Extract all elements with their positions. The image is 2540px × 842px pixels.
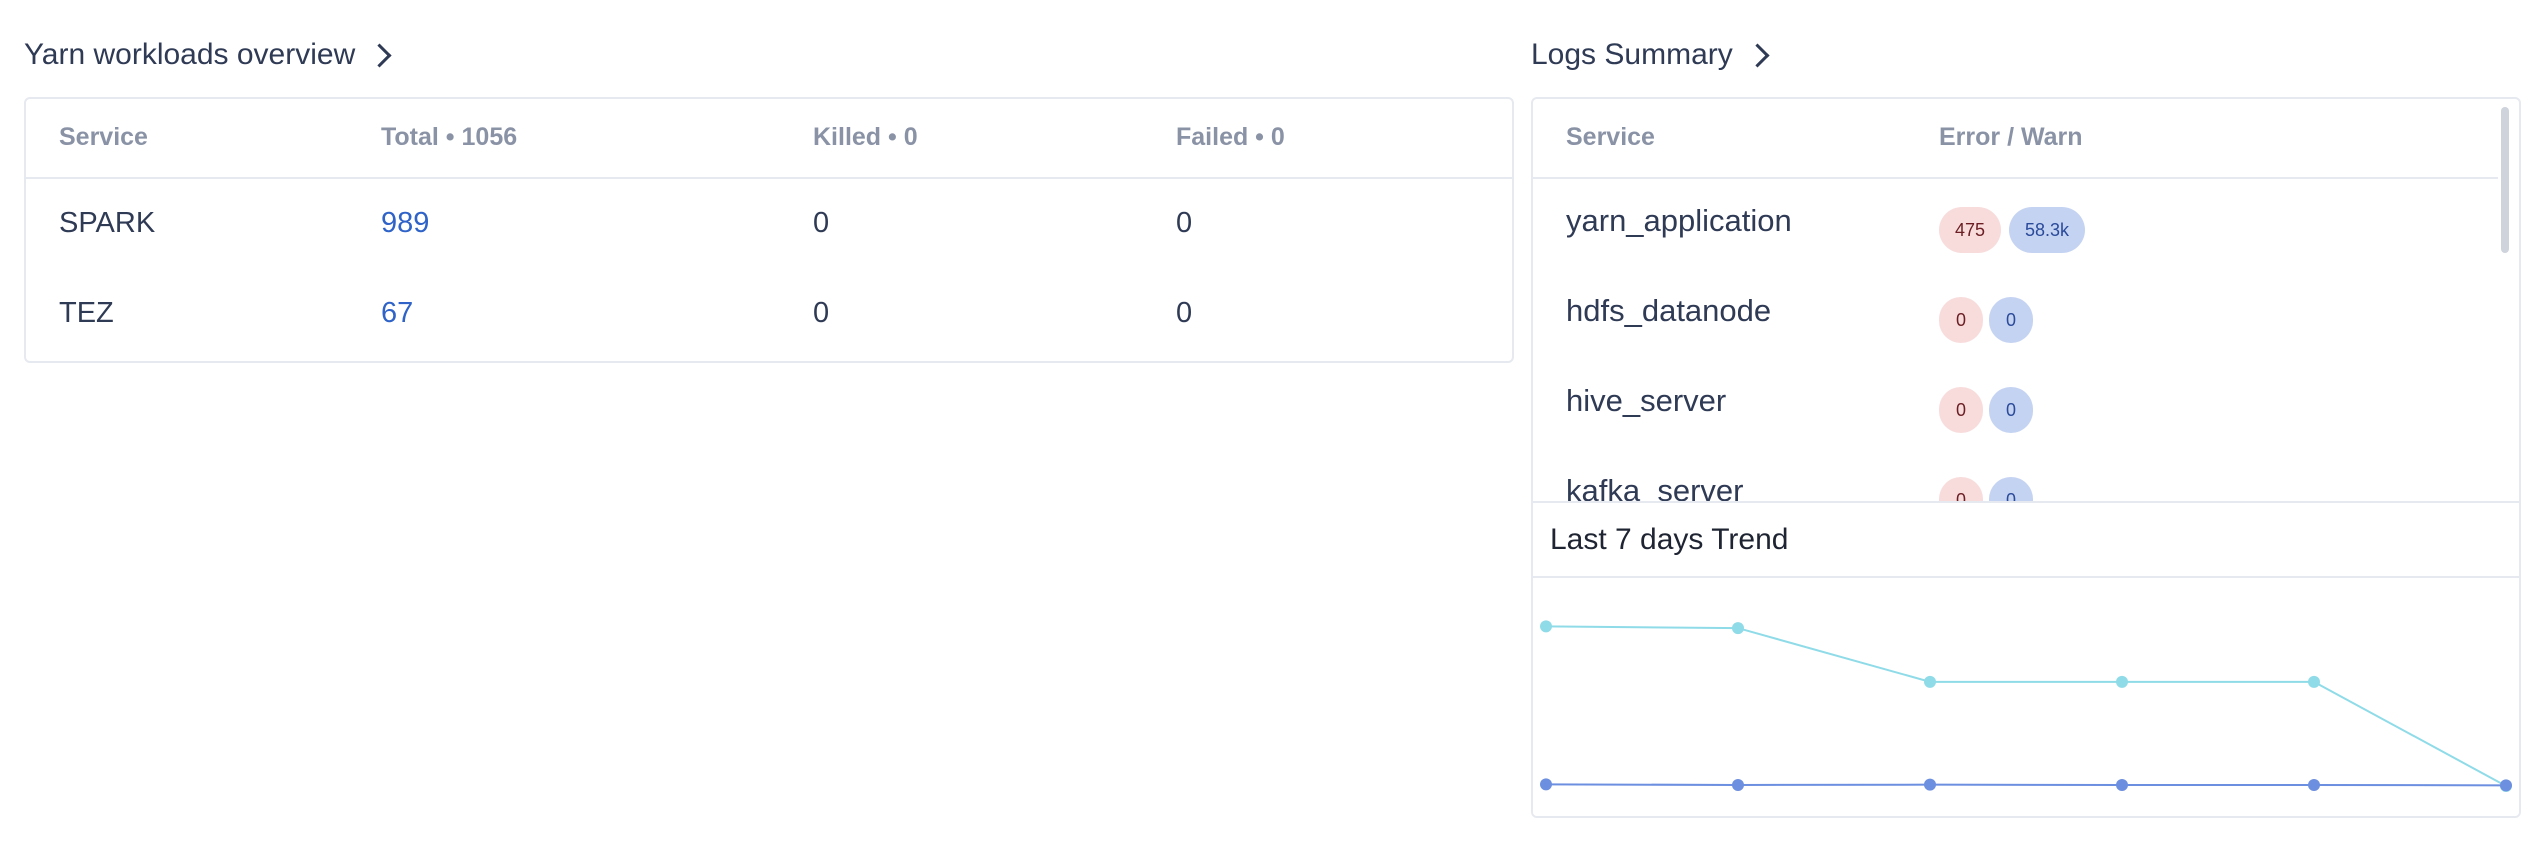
trend-panel: Last 7 days Trend <box>1533 501 2519 816</box>
error-count-badge[interactable]: 0 <box>1939 297 1983 343</box>
table-header: Service Total • 1056 Killed • 0 Failed •… <box>26 99 1512 179</box>
trend-line-chart <box>1540 620 2512 792</box>
series-line-2 <box>1545 783 2507 787</box>
header-error-warn: Error / Warn <box>1939 123 2083 151</box>
warn-count-badge[interactable]: 0 <box>1989 297 2033 343</box>
header-failed: Failed • 0 <box>1176 123 1285 151</box>
trend-header: Last 7 days Trend <box>1533 503 2519 578</box>
chevron-right-icon <box>367 42 392 68</box>
data-point[interactable] <box>1732 622 1744 635</box>
header-killed: Killed • 0 <box>813 123 918 151</box>
table-row: yarn_application 475 58.3k <box>1533 179 2498 269</box>
error-count-badge[interactable]: 0 <box>1939 477 1983 501</box>
logs-table[interactable]: Service Error / Warn yarn_application 47… <box>1533 99 2519 501</box>
series-line-1 <box>1545 625 2507 787</box>
header-service: Service <box>1566 123 1655 151</box>
data-point[interactable] <box>2116 675 2128 688</box>
chevron-right-icon <box>1745 42 1770 68</box>
data-point[interactable] <box>2500 779 2512 792</box>
data-point[interactable] <box>1540 778 1552 791</box>
warn-count-badge[interactable]: 0 <box>1989 387 2033 433</box>
error-count-badge[interactable]: 0 <box>1939 387 1983 433</box>
scrollbar-thumb[interactable] <box>2501 107 2509 253</box>
warn-count-badge[interactable]: 0 <box>1989 477 2033 501</box>
killed-count: 0 <box>813 207 830 239</box>
killed-count: 0 <box>813 297 830 329</box>
yarn-workloads-table: Service Total • 1056 Killed • 0 Failed •… <box>24 97 1514 363</box>
data-point[interactable] <box>1732 778 1744 791</box>
service-name: TEZ <box>59 297 114 329</box>
yarn-overview-title: Yarn workloads overview <box>24 38 356 71</box>
data-point[interactable] <box>1540 620 1552 633</box>
header-service: Service <box>59 123 148 151</box>
service-name: hdfs_datanode <box>1566 293 1772 328</box>
total-count-link[interactable]: 989 <box>381 207 429 240</box>
table-row: TEZ 67 0 0 <box>26 269 1512 359</box>
header-total: Total • 1056 <box>381 123 518 151</box>
logs-summary-link[interactable]: Logs Summary <box>1531 38 1770 72</box>
service-name: kafka_server <box>1566 473 1744 501</box>
yarn-overview-link[interactable]: Yarn workloads overview <box>24 38 392 72</box>
warn-count-badge[interactable]: 58.3k <box>2009 207 2085 253</box>
data-point[interactable] <box>2116 778 2128 791</box>
failed-count: 0 <box>1176 297 1193 329</box>
service-name: hive_server <box>1566 383 1727 418</box>
table-row: hive_server 0 0 <box>1533 359 2498 449</box>
data-point[interactable] <box>2308 675 2320 688</box>
service-name: SPARK <box>59 207 156 239</box>
error-count-badge[interactable]: 475 <box>1939 207 2001 253</box>
page: Yarn workloads overview Service Total • … <box>0 0 2540 842</box>
data-point[interactable] <box>1924 778 1936 791</box>
total-count-link[interactable]: 67 <box>381 297 413 330</box>
trend-title: Last 7 days Trend <box>1550 523 1789 556</box>
data-point[interactable] <box>1924 675 1936 688</box>
failed-count: 0 <box>1176 207 1193 239</box>
service-name: yarn_application <box>1566 203 1792 238</box>
logs-summary-title: Logs Summary <box>1531 38 1733 71</box>
table-row: kafka_server 0 0 <box>1533 449 2498 501</box>
data-point[interactable] <box>2308 778 2320 791</box>
table-row: SPARK 989 0 0 <box>26 179 1512 269</box>
table-header: Service Error / Warn <box>1533 99 2498 179</box>
logs-summary-card: Service Error / Warn yarn_application 47… <box>1531 97 2521 818</box>
table-row: hdfs_datanode 0 0 <box>1533 269 2498 359</box>
